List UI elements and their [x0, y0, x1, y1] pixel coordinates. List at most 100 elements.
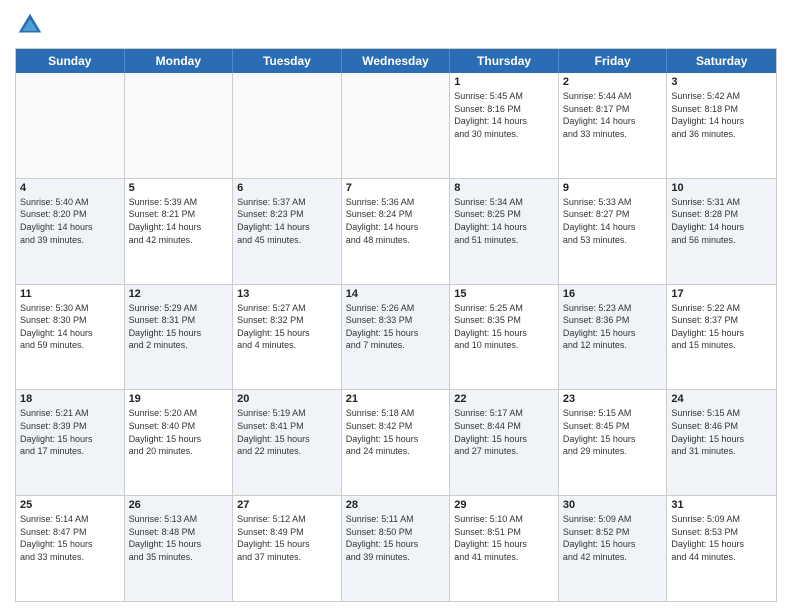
- cell-info: Sunrise: 5:26 AM Sunset: 8:33 PM Dayligh…: [346, 302, 446, 352]
- cell-info: Sunrise: 5:09 AM Sunset: 8:52 PM Dayligh…: [563, 513, 663, 563]
- calendar: SundayMondayTuesdayWednesdayThursdayFrid…: [15, 48, 777, 602]
- calendar-row: 1 Sunrise: 5:45 AM Sunset: 8:16 PM Daylig…: [16, 73, 776, 179]
- calendar-cell: 2 Sunrise: 5:44 AM Sunset: 8:17 PM Daylig…: [559, 73, 668, 178]
- calendar-row: 11 Sunrise: 5:30 AM Sunset: 8:30 PM Dayli…: [16, 285, 776, 391]
- calendar-cell: [125, 73, 234, 178]
- calendar-cell: 31 Sunrise: 5:09 AM Sunset: 8:53 PM Dayli…: [667, 496, 776, 601]
- day-number: 2: [563, 76, 663, 88]
- day-number: 21: [346, 393, 446, 405]
- page: SundayMondayTuesdayWednesdayThursdayFrid…: [0, 0, 792, 612]
- calendar-cell: 11 Sunrise: 5:30 AM Sunset: 8:30 PM Dayli…: [16, 285, 125, 390]
- day-number: 30: [563, 499, 663, 511]
- day-number: 8: [454, 182, 554, 194]
- day-number: 23: [563, 393, 663, 405]
- cell-info: Sunrise: 5:20 AM Sunset: 8:40 PM Dayligh…: [129, 407, 229, 457]
- day-number: 19: [129, 393, 229, 405]
- day-number: 7: [346, 182, 446, 194]
- calendar-cell: 18 Sunrise: 5:21 AM Sunset: 8:39 PM Dayli…: [16, 390, 125, 495]
- cell-info: Sunrise: 5:11 AM Sunset: 8:50 PM Dayligh…: [346, 513, 446, 563]
- cell-info: Sunrise: 5:36 AM Sunset: 8:24 PM Dayligh…: [346, 196, 446, 246]
- day-number: 27: [237, 499, 337, 511]
- cell-info: Sunrise: 5:30 AM Sunset: 8:30 PM Dayligh…: [20, 302, 120, 352]
- calendar-cell: 7 Sunrise: 5:36 AM Sunset: 8:24 PM Daylig…: [342, 179, 451, 284]
- day-number: 12: [129, 288, 229, 300]
- day-number: 15: [454, 288, 554, 300]
- weekday-header: Saturday: [667, 49, 776, 73]
- calendar-cell: 12 Sunrise: 5:29 AM Sunset: 8:31 PM Dayli…: [125, 285, 234, 390]
- day-number: 1: [454, 76, 554, 88]
- calendar-cell: 22 Sunrise: 5:17 AM Sunset: 8:44 PM Dayli…: [450, 390, 559, 495]
- cell-info: Sunrise: 5:09 AM Sunset: 8:53 PM Dayligh…: [671, 513, 772, 563]
- calendar-cell: 6 Sunrise: 5:37 AM Sunset: 8:23 PM Daylig…: [233, 179, 342, 284]
- cell-info: Sunrise: 5:45 AM Sunset: 8:16 PM Dayligh…: [454, 90, 554, 140]
- cell-info: Sunrise: 5:34 AM Sunset: 8:25 PM Dayligh…: [454, 196, 554, 246]
- calendar-cell: 26 Sunrise: 5:13 AM Sunset: 8:48 PM Dayli…: [125, 496, 234, 601]
- cell-info: Sunrise: 5:22 AM Sunset: 8:37 PM Dayligh…: [671, 302, 772, 352]
- cell-info: Sunrise: 5:17 AM Sunset: 8:44 PM Dayligh…: [454, 407, 554, 457]
- cell-info: Sunrise: 5:29 AM Sunset: 8:31 PM Dayligh…: [129, 302, 229, 352]
- calendar-cell: 13Sunrise: 5:27 AM Sunset: 8:32 PM Dayli…: [233, 285, 342, 390]
- cell-info: Sunrise: 5:13 AM Sunset: 8:48 PM Dayligh…: [129, 513, 229, 563]
- calendar-cell: 8 Sunrise: 5:34 AM Sunset: 8:25 PM Daylig…: [450, 179, 559, 284]
- day-number: 16: [563, 288, 663, 300]
- cell-info: Sunrise: 5:12 AM Sunset: 8:49 PM Dayligh…: [237, 513, 337, 563]
- calendar-cell: 25Sunrise: 5:14 AM Sunset: 8:47 PM Dayli…: [16, 496, 125, 601]
- logo-icon: [15, 10, 45, 40]
- day-number: 29: [454, 499, 554, 511]
- cell-info: Sunrise: 5:10 AM Sunset: 8:51 PM Dayligh…: [454, 513, 554, 563]
- calendar-header: SundayMondayTuesdayWednesdayThursdayFrid…: [16, 49, 776, 73]
- day-number: 26: [129, 499, 229, 511]
- calendar-cell: 29 Sunrise: 5:10 AM Sunset: 8:51 PM Dayli…: [450, 496, 559, 601]
- day-number: 11: [20, 288, 120, 300]
- calendar-cell: [342, 73, 451, 178]
- cell-info: Sunrise: 5:33 AM Sunset: 8:27 PM Dayligh…: [563, 196, 663, 246]
- day-number: 20: [237, 393, 337, 405]
- calendar-row: 4 Sunrise: 5:40 AM Sunset: 8:20 PM Daylig…: [16, 179, 776, 285]
- weekday-header: Friday: [559, 49, 668, 73]
- cell-info: Sunrise: 5:21 AM Sunset: 8:39 PM Dayligh…: [20, 407, 120, 457]
- weekday-header: Sunday: [16, 49, 125, 73]
- day-number: 28: [346, 499, 446, 511]
- cell-info: Sunrise: 5:25 AM Sunset: 8:35 PM Dayligh…: [454, 302, 554, 352]
- calendar-body: 1 Sunrise: 5:45 AM Sunset: 8:16 PM Daylig…: [16, 73, 776, 601]
- day-number: 31: [671, 499, 772, 511]
- calendar-cell: 17 Sunrise: 5:22 AM Sunset: 8:37 PM Dayli…: [667, 285, 776, 390]
- cell-info: Sunrise: 5:44 AM Sunset: 8:17 PM Dayligh…: [563, 90, 663, 140]
- day-number: 4: [20, 182, 120, 194]
- cell-info: Sunrise: 5:37 AM Sunset: 8:23 PM Dayligh…: [237, 196, 337, 246]
- day-number: 24: [671, 393, 772, 405]
- calendar-cell: 9 Sunrise: 5:33 AM Sunset: 8:27 PM Daylig…: [559, 179, 668, 284]
- cell-info: Sunrise: 5:23 AM Sunset: 8:36 PM Dayligh…: [563, 302, 663, 352]
- cell-info: Sunrise: 5:39 AM Sunset: 8:21 PM Dayligh…: [129, 196, 229, 246]
- day-number: 18: [20, 393, 120, 405]
- day-number: 22: [454, 393, 554, 405]
- calendar-cell: 1 Sunrise: 5:45 AM Sunset: 8:16 PM Daylig…: [450, 73, 559, 178]
- calendar-row: 18 Sunrise: 5:21 AM Sunset: 8:39 PM Dayli…: [16, 390, 776, 496]
- calendar-cell: 23Sunrise: 5:15 AM Sunset: 8:45 PM Dayli…: [559, 390, 668, 495]
- weekday-header: Wednesday: [342, 49, 451, 73]
- cell-info: Sunrise: 5:18 AM Sunset: 8:42 PM Dayligh…: [346, 407, 446, 457]
- logo: [15, 10, 49, 40]
- weekday-header: Tuesday: [233, 49, 342, 73]
- cell-info: Sunrise: 5:31 AM Sunset: 8:28 PM Dayligh…: [671, 196, 772, 246]
- calendar-cell: [16, 73, 125, 178]
- day-number: 6: [237, 182, 337, 194]
- day-number: 13: [237, 288, 337, 300]
- calendar-cell: 20 Sunrise: 5:19 AM Sunset: 8:41 PM Dayli…: [233, 390, 342, 495]
- day-number: 14: [346, 288, 446, 300]
- calendar-row: 25Sunrise: 5:14 AM Sunset: 8:47 PM Dayli…: [16, 496, 776, 601]
- day-number: 17: [671, 288, 772, 300]
- cell-info: Sunrise: 5:19 AM Sunset: 8:41 PM Dayligh…: [237, 407, 337, 457]
- day-number: 9: [563, 182, 663, 194]
- day-number: 3: [671, 76, 772, 88]
- cell-info: Sunrise: 5:40 AM Sunset: 8:20 PM Dayligh…: [20, 196, 120, 246]
- calendar-cell: 3Sunrise: 5:42 AM Sunset: 8:18 PM Daylig…: [667, 73, 776, 178]
- calendar-cell: 5Sunrise: 5:39 AM Sunset: 8:21 PM Daylig…: [125, 179, 234, 284]
- weekday-header: Monday: [125, 49, 234, 73]
- calendar-cell: 27 Sunrise: 5:12 AM Sunset: 8:49 PM Dayli…: [233, 496, 342, 601]
- calendar-cell: 16 Sunrise: 5:23 AM Sunset: 8:36 PM Dayli…: [559, 285, 668, 390]
- calendar-cell: 19 Sunrise: 5:20 AM Sunset: 8:40 PM Dayli…: [125, 390, 234, 495]
- calendar-cell: [233, 73, 342, 178]
- calendar-cell: 30 Sunrise: 5:09 AM Sunset: 8:52 PM Dayli…: [559, 496, 668, 601]
- day-number: 25: [20, 499, 120, 511]
